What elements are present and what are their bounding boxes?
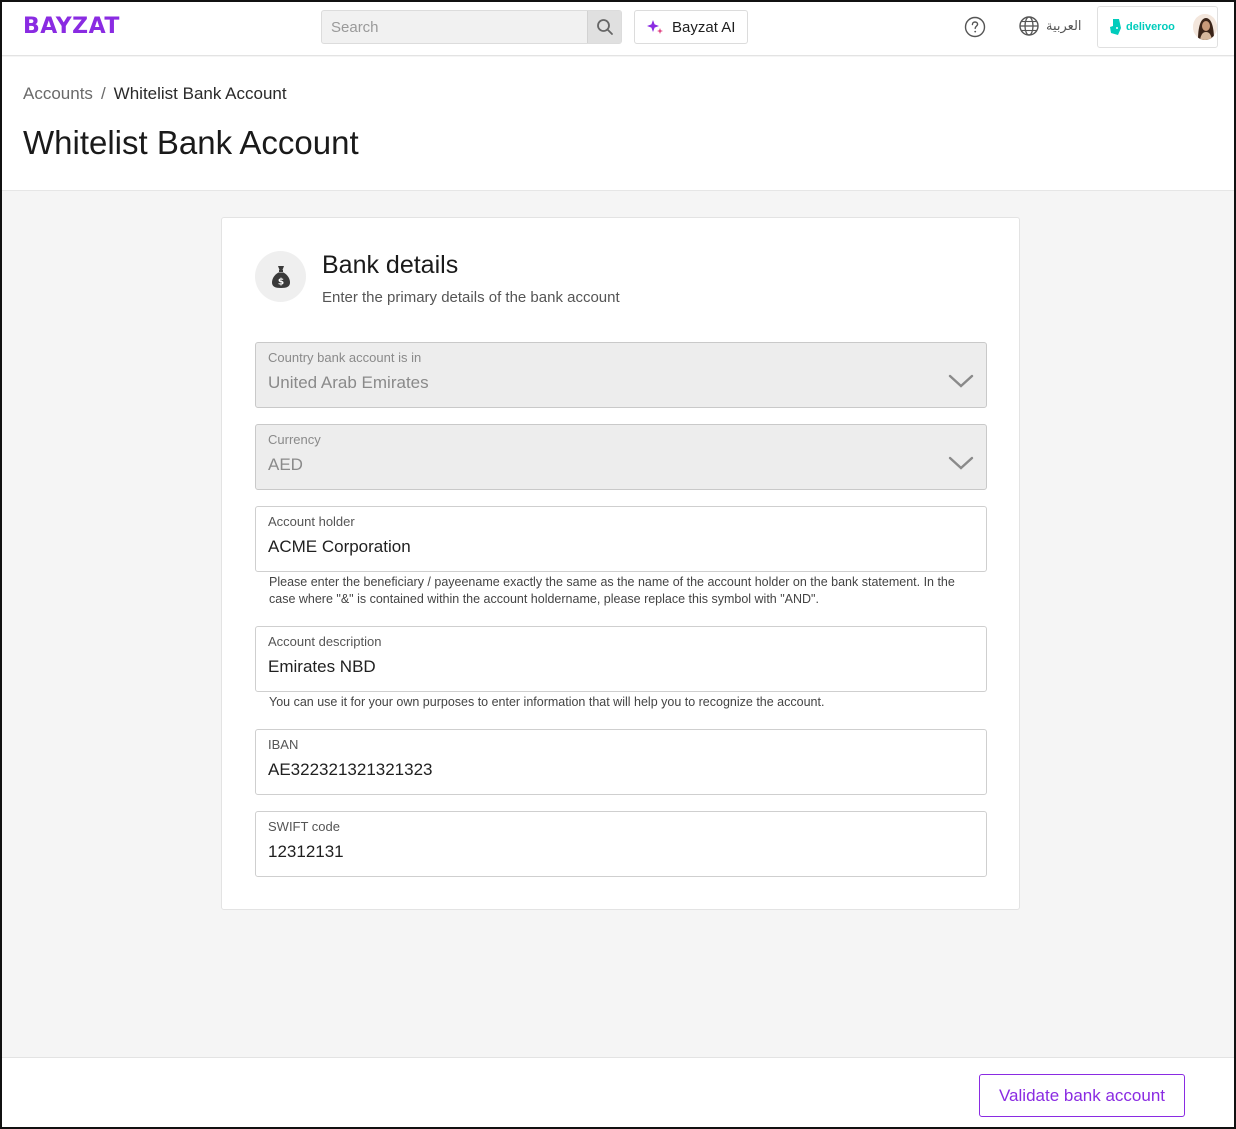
page-title: Whitelist Bank Account xyxy=(23,124,359,161)
chevron-down-icon xyxy=(948,374,974,388)
search-icon xyxy=(596,19,613,35)
deliveroo-kangaroo-icon xyxy=(1110,19,1121,35)
swift-code-label: SWIFT code xyxy=(268,819,341,834)
money-bag-icon-wrap: $ xyxy=(255,251,306,302)
page-header: Accounts / Whitelist Bank Account Whitelis… xyxy=(2,57,1234,191)
search-box xyxy=(321,10,622,44)
breadcrumb-current: Whitelist Bank Account xyxy=(113,84,287,103)
language-label: العربية xyxy=(1046,18,1082,33)
search-input[interactable] xyxy=(322,11,587,43)
account-description-value: Emirates NBD xyxy=(268,657,376,676)
help-icon[interactable] xyxy=(964,16,986,38)
country-label: Country bank account is in xyxy=(268,350,422,365)
globe-icon xyxy=(1019,16,1039,36)
account-holder-label: Account holder xyxy=(268,514,355,529)
svg-text:$: $ xyxy=(277,277,283,287)
currency-select[interactable]: Currency AED xyxy=(255,424,987,490)
deliveroo-logo: deliveroo xyxy=(1109,19,1175,35)
chevron-down-icon xyxy=(948,456,974,470)
avatar-image xyxy=(1192,14,1217,40)
bayzat-logo[interactable]: BAYZAT xyxy=(23,14,120,39)
breadcrumb: Accounts / Whitelist Bank Account xyxy=(23,84,287,104)
swift-code-field[interactable]: SWIFT code 12312131 xyxy=(255,811,987,877)
account-holder-value: ACME Corporation xyxy=(268,537,411,556)
breadcrumb-accounts-link[interactable]: Accounts xyxy=(23,84,93,103)
bayzat-ai-label: Bayzat AI xyxy=(672,18,736,36)
account-description-label: Account description xyxy=(268,634,382,649)
user-avatar[interactable] xyxy=(1192,14,1217,40)
section-subtitle: Enter the primary details of the bank ac… xyxy=(322,289,620,306)
company-switcher[interactable]: deliveroo xyxy=(1097,6,1218,48)
sparkle-icon xyxy=(647,20,663,34)
money-bag-icon: $ xyxy=(271,265,290,288)
currency-label: Currency xyxy=(268,432,321,447)
iban-label: IBAN xyxy=(268,737,299,752)
search-button[interactable] xyxy=(587,11,621,43)
bank-details-card: $ Bank details Enter the primary details… xyxy=(221,217,1020,910)
swift-code-value: 12312131 xyxy=(268,842,344,861)
iban-value: AE322321321321323 xyxy=(268,760,433,779)
iban-field[interactable]: IBAN AE322321321321323 xyxy=(255,729,987,795)
country-select[interactable]: Country bank account is in United Arab E… xyxy=(255,342,987,408)
footer-bar: Validate bank account xyxy=(2,1057,1234,1127)
app-window: BAYZAT Bayzat AI xyxy=(0,0,1236,1129)
currency-value: AED xyxy=(268,455,303,474)
account-description-hint: You can use it for your own purposes to … xyxy=(269,695,825,709)
account-description-field[interactable]: Account description Emirates NBD xyxy=(255,626,987,692)
company-name: deliveroo xyxy=(1126,21,1175,33)
account-holder-field[interactable]: Account holder ACME Corporation xyxy=(255,506,987,572)
breadcrumb-separator: / xyxy=(100,84,106,103)
bayzat-ai-button[interactable]: Bayzat AI xyxy=(634,10,748,44)
section-title: Bank details xyxy=(322,251,459,279)
language-switcher[interactable]: العربية xyxy=(1018,15,1082,37)
account-holder-hint: Please enter the beneficiary / payeename… xyxy=(269,575,955,606)
top-bar: BAYZAT Bayzat AI xyxy=(2,2,1234,56)
country-value: United Arab Emirates xyxy=(268,373,429,392)
validate-bank-account-button[interactable]: Validate bank account xyxy=(979,1074,1185,1117)
